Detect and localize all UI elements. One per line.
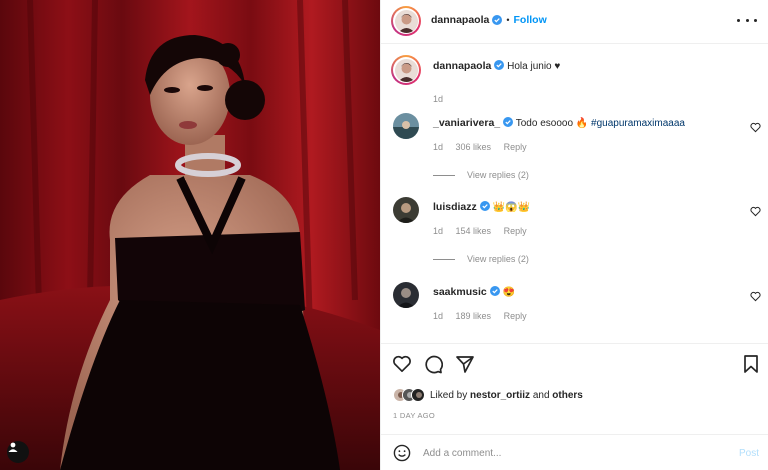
liked-by-prefix: Liked by [430,389,468,401]
verified-badge-icon [479,201,490,211]
comment-bubble-icon[interactable] [423,354,443,374]
comment-meta: 1d 306 likes Reply [433,142,537,152]
liked-by-others[interactable]: others [552,390,583,401]
post-details-panel: dannapaola • Follow dannapaola Hola juni… [380,0,768,470]
commenter-avatar[interactable] [393,197,419,223]
post-comment-button[interactable]: Post [739,448,759,459]
comment-likes[interactable]: 189 likes [456,311,492,321]
follow-button[interactable]: Follow [514,14,547,26]
add-comment-bar: Post [381,434,768,470]
comment-meta: 1d 189 likes Reply [433,311,537,321]
reply-button[interactable]: Reply [504,226,527,236]
caption-time: 1d [433,94,444,104]
tagged-user-icon[interactable] [7,441,29,463]
liked-by-conjunction: and [532,389,550,401]
commenter-username[interactable]: luisdiazz [433,201,477,213]
comment-item: luisdiazz 👑😱👑 1d 154 likes Reply View re… [381,197,768,267]
replies-line [433,174,455,176]
comments-list[interactable]: dannapaola Hola junio ♥ 1d _vaniarivera_… [381,45,768,343]
liked-by-user[interactable]: nestor_ortiiz [470,390,530,401]
view-replies-label: View replies (2) [467,254,529,264]
verified-badge-icon [492,15,503,25]
replies-line [433,258,455,260]
view-replies-label: View replies (2) [467,170,529,180]
comment-input[interactable] [423,445,723,461]
caption-text: Hola junio ♥ [507,61,561,72]
like-comment-heart-icon[interactable] [750,206,761,217]
comment-likes[interactable]: 154 likes [456,226,492,236]
emoji-smiley-icon[interactable] [393,444,411,462]
comment-time: 1d [433,226,444,236]
reply-button[interactable]: Reply [504,142,527,152]
caption-meta: 1d [433,94,453,104]
verified-badge-icon [503,117,514,127]
post-actions-bar [381,343,768,383]
comment-hashtag-link[interactable]: #guapuramaximaaaa [591,118,685,129]
post-header: dannapaola • Follow [381,0,768,44]
view-replies-button[interactable]: View replies (2) [433,254,529,264]
comment-time: 1d [433,311,444,321]
view-replies-button[interactable]: View replies (2) [433,170,529,180]
like-comment-heart-icon[interactable] [750,291,761,302]
liker-avatar [411,388,425,402]
reply-button[interactable]: Reply [504,311,527,321]
author-avatar[interactable] [391,6,421,36]
commenter-username[interactable]: _vaniarivera_ [433,117,500,129]
comment-likes[interactable]: 306 likes [456,142,492,152]
comment-text: Todo esoooo 🔥 [515,118,589,129]
comment-text: 😍 [502,287,515,298]
comment-meta: 1d 154 likes Reply [433,226,537,236]
photo-illustration [0,0,380,470]
more-options-icon[interactable] [737,12,757,28]
caption-author-avatar[interactable] [391,55,421,85]
verified-badge-icon [489,286,500,296]
verified-badge-icon [494,60,505,70]
like-heart-icon[interactable] [392,354,412,374]
post-photo[interactable] [0,0,380,470]
like-comment-heart-icon[interactable] [750,122,761,133]
liked-by-row[interactable]: Liked by nestor_ortiiz and others [393,386,583,404]
post-date[interactable]: 1 DAY AGO [393,411,435,420]
commenter-username[interactable]: saakmusic [433,286,487,298]
commenter-avatar[interactable] [393,282,419,308]
comment-item: saakmusic 😍 1d 189 likes Reply [381,282,768,332]
post-caption: dannapaola Hola junio ♥ 1d [381,55,768,105]
comment-time: 1d [433,142,444,152]
liked-by-text: Liked by nestor_ortiiz and others [430,390,583,401]
caption-username[interactable]: dannapaola [433,60,491,72]
commenter-avatar[interactable] [393,113,419,139]
comment-item: _vaniarivera_ Todo esoooo 🔥 #guapuramaxi… [381,113,768,183]
separator-dot: • [506,15,510,25]
save-bookmark-icon[interactable] [741,354,761,374]
share-send-icon[interactable] [455,354,475,374]
author-username[interactable]: dannapaola [431,14,489,26]
comment-text: 👑😱👑 [492,202,530,213]
